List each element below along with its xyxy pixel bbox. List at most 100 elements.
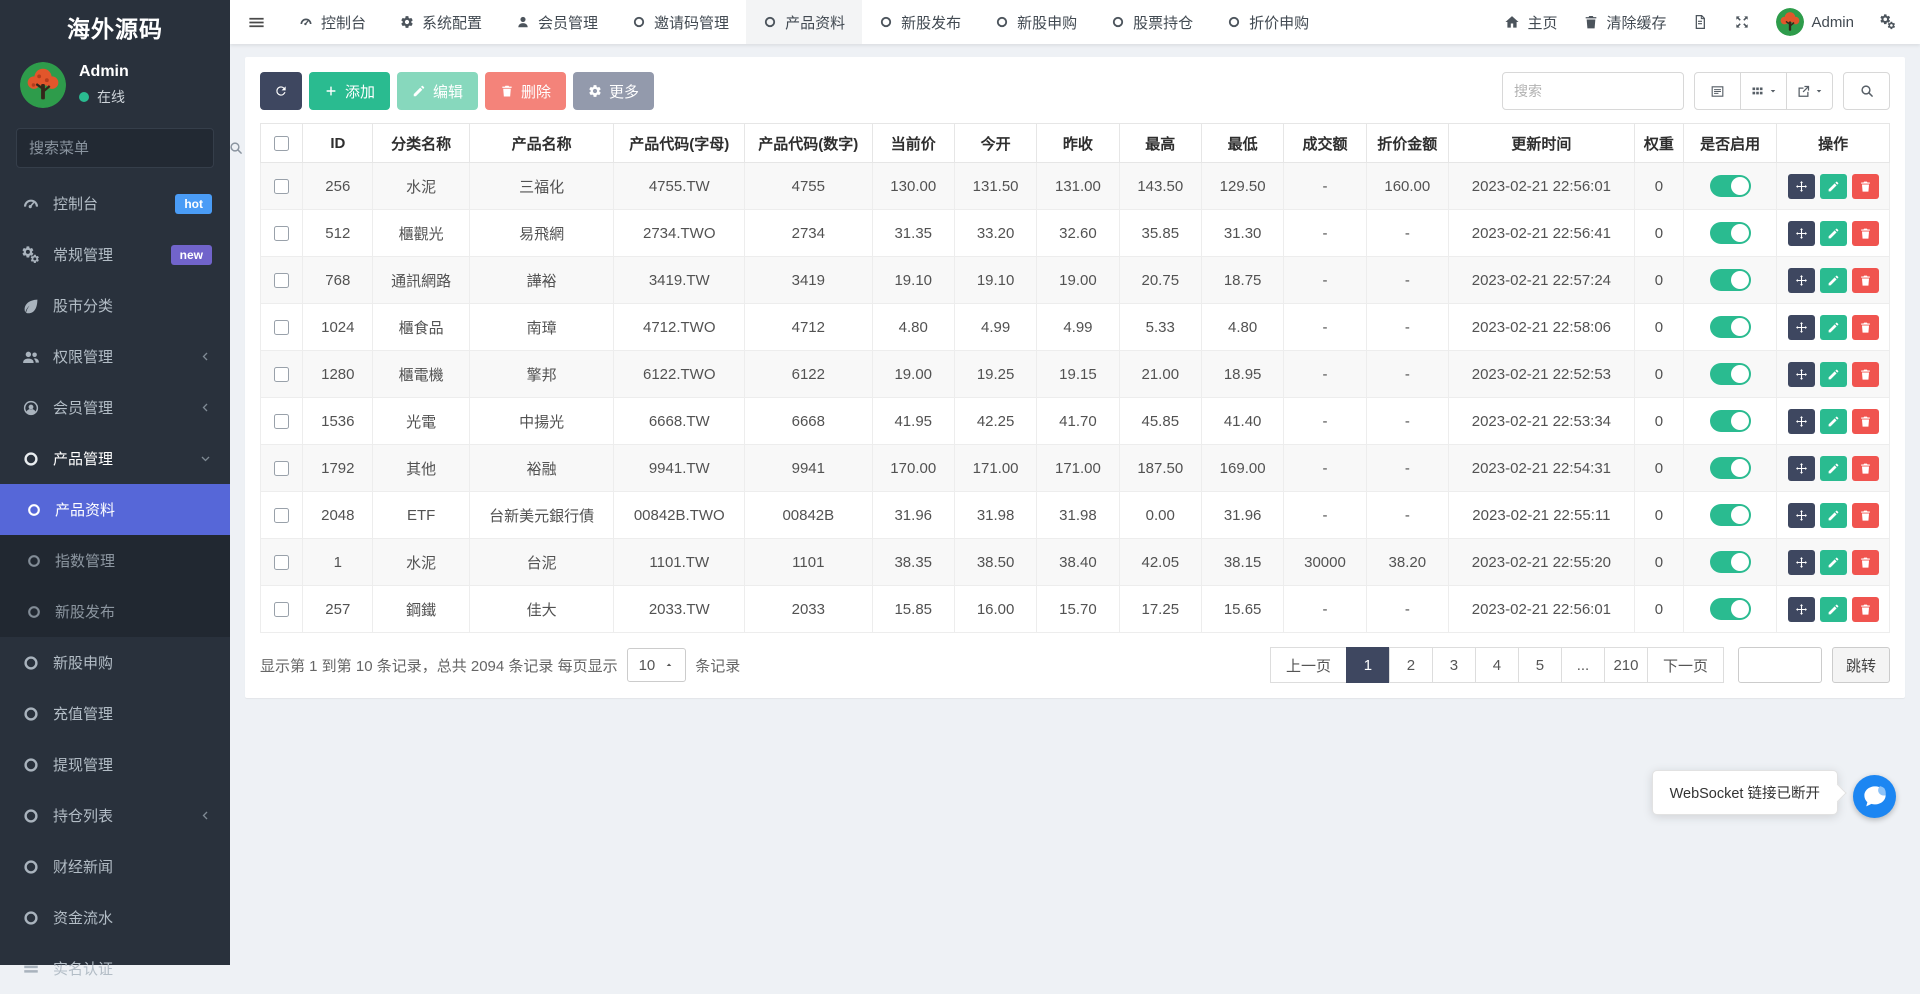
changelog-icon[interactable] [1692, 14, 1708, 30]
enable-toggle[interactable] [1709, 269, 1751, 291]
sidebar-item-index-mgmt[interactable]: 指数管理 [0, 535, 230, 586]
enable-toggle[interactable] [1709, 457, 1751, 479]
row-delete-button[interactable] [1851, 267, 1879, 293]
jump-page-input[interactable] [1737, 647, 1822, 683]
sidebar-item-console[interactable]: 控制台 hot [0, 178, 230, 229]
row-move-button[interactable] [1787, 549, 1815, 575]
row-delete-button[interactable] [1851, 408, 1879, 434]
tab-ipo-publish[interactable]: 新股发布 [862, 0, 978, 44]
page-p3[interactable]: 3 [1431, 647, 1476, 683]
tab-console[interactable]: 控制台 [282, 0, 383, 44]
row-move-button[interactable] [1787, 314, 1815, 340]
tab-product-data[interactable]: 产品资料 [746, 0, 863, 44]
detail-view-button[interactable] [1694, 72, 1741, 110]
page-p1[interactable]: 1 [1345, 647, 1390, 683]
chat-widget-button[interactable] [1853, 775, 1896, 818]
row-edit-button[interactable] [1819, 549, 1847, 575]
tab-discount-subscribe[interactable]: 折价申购 [1210, 0, 1326, 44]
row-move-button[interactable] [1787, 220, 1815, 246]
row-checkbox[interactable] [274, 179, 290, 195]
enable-toggle[interactable] [1709, 316, 1751, 338]
enable-toggle[interactable] [1709, 598, 1751, 620]
page-p5[interactable]: 5 [1517, 647, 1562, 683]
user-menu[interactable]: Admin [1776, 8, 1854, 36]
enable-toggle[interactable] [1709, 363, 1751, 385]
edit-button[interactable]: 编辑 [397, 72, 479, 110]
row-delete-button[interactable] [1851, 314, 1879, 340]
enable-toggle[interactable] [1709, 222, 1751, 244]
fullscreen-icon[interactable] [1734, 14, 1750, 30]
page-next[interactable]: 下一页 [1646, 647, 1724, 683]
sidebar-item-permissions[interactable]: 权限管理 [0, 331, 230, 382]
row-delete-button[interactable] [1851, 220, 1879, 246]
row-move-button[interactable] [1787, 502, 1815, 528]
sidebar-item-products[interactable]: 产品管理 [0, 433, 230, 484]
home-link[interactable]: 主页 [1504, 12, 1557, 33]
page-prev[interactable]: 上一页 [1269, 647, 1347, 683]
row-checkbox[interactable] [274, 226, 290, 242]
tab-ipo-subscribe[interactable]: 新股申购 [978, 0, 1094, 44]
sidebar-item-realname-auth[interactable]: 实名认证 [0, 943, 230, 994]
sidebar-item-funds-flow[interactable]: 资金流水 [0, 892, 230, 943]
delete-button[interactable]: 删除 [485, 72, 567, 110]
row-edit-button[interactable] [1819, 314, 1847, 340]
page-p4[interactable]: 4 [1474, 647, 1519, 683]
row-checkbox[interactable] [274, 602, 290, 618]
sidebar-item-market-category[interactable]: 股市分类 [0, 280, 230, 331]
enable-toggle[interactable] [1709, 175, 1751, 197]
sidebar-item-ipo-publish[interactable]: 新股发布 [0, 586, 230, 637]
row-edit-button[interactable] [1819, 408, 1847, 434]
tab-stock-positions[interactable]: 股票持仓 [1094, 0, 1210, 44]
menu-toggle[interactable] [230, 0, 282, 44]
row-delete-button[interactable] [1851, 361, 1879, 387]
row-delete-button[interactable] [1851, 549, 1879, 575]
row-edit-button[interactable] [1819, 502, 1847, 528]
sidebar-search-input[interactable] [29, 139, 228, 157]
row-delete-button[interactable] [1851, 596, 1879, 622]
more-button[interactable]: 更多 [573, 72, 655, 110]
row-edit-button[interactable] [1819, 596, 1847, 622]
select-all-checkbox[interactable] [274, 136, 290, 152]
sidebar-item-general[interactable]: 常规管理 new [0, 229, 230, 280]
clear-cache-link[interactable]: 清除缓存 [1583, 12, 1666, 33]
add-button[interactable]: 添加 [309, 72, 391, 110]
row-move-button[interactable] [1787, 267, 1815, 293]
sidebar-item-members[interactable]: 会员管理 [0, 382, 230, 433]
row-checkbox[interactable] [274, 508, 290, 524]
search-button[interactable] [1843, 72, 1890, 110]
row-checkbox[interactable] [274, 273, 290, 289]
row-move-button[interactable] [1787, 596, 1815, 622]
export-button[interactable] [1786, 72, 1833, 110]
row-move-button[interactable] [1787, 408, 1815, 434]
settings-gears-icon[interactable] [1880, 14, 1896, 30]
sidebar-item-ipo-subscribe[interactable]: 新股申购 [0, 637, 230, 688]
row-checkbox[interactable] [274, 461, 290, 477]
page-size-select[interactable]: 10 [626, 648, 687, 682]
tab-system-config[interactable]: 系统配置 [383, 0, 499, 44]
row-delete-button[interactable] [1851, 173, 1879, 199]
row-edit-button[interactable] [1819, 361, 1847, 387]
enable-toggle[interactable] [1709, 551, 1751, 573]
page-ellipsis[interactable]: ... [1560, 647, 1605, 683]
row-checkbox[interactable] [274, 367, 290, 383]
table-search-input[interactable] [1502, 72, 1684, 110]
row-edit-button[interactable] [1819, 173, 1847, 199]
page-p210[interactable]: 210 [1603, 647, 1648, 683]
row-checkbox[interactable] [274, 555, 290, 571]
page-p2[interactable]: 2 [1388, 647, 1433, 683]
row-checkbox[interactable] [274, 414, 290, 430]
sidebar-item-recharge[interactable]: 充值管理 [0, 688, 230, 739]
sidebar-item-withdraw[interactable]: 提现管理 [0, 739, 230, 790]
row-delete-button[interactable] [1851, 502, 1879, 528]
row-checkbox[interactable] [274, 320, 290, 336]
refresh-button[interactable] [260, 72, 302, 110]
row-move-button[interactable] [1787, 361, 1815, 387]
row-delete-button[interactable] [1851, 455, 1879, 481]
row-edit-button[interactable] [1819, 267, 1847, 293]
columns-button[interactable] [1740, 72, 1787, 110]
sidebar-item-product-data[interactable]: 产品资料 [0, 484, 230, 535]
sidebar-item-finance-news[interactable]: 财经新闻 [0, 841, 230, 892]
tab-invite-codes[interactable]: 邀请码管理 [615, 0, 746, 44]
jump-button[interactable]: 跳转 [1831, 647, 1890, 683]
row-edit-button[interactable] [1819, 220, 1847, 246]
